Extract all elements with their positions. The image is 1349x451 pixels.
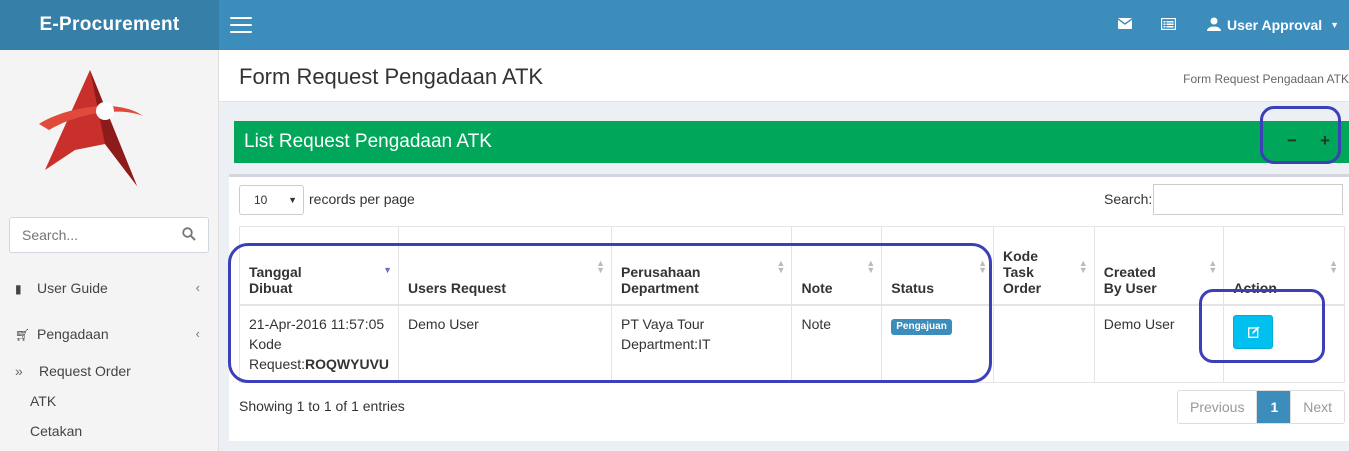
table-search-label: Search: bbox=[1104, 191, 1153, 207]
double-angle-right-icon: » bbox=[15, 363, 23, 379]
caret-down-icon: ▼ bbox=[1330, 20, 1339, 30]
annotation-ring-table-row bbox=[228, 243, 992, 383]
sidebar-item-label: User Guide bbox=[37, 280, 108, 296]
chevron-left-icon: ‹ bbox=[195, 326, 200, 341]
box-header: List Request Pengadaan ATK − + bbox=[234, 121, 1349, 163]
sidebar-subitem-label: Cetakan bbox=[30, 423, 83, 439]
content-header: Form Request Pengadaan ATK Form Request … bbox=[219, 50, 1349, 102]
sidebar-subitem-label: ATK bbox=[30, 393, 57, 409]
book-icon: ▮ bbox=[15, 282, 22, 296]
user-icon bbox=[1207, 17, 1221, 31]
pagination: Previous 1 Next bbox=[1177, 390, 1346, 424]
hamburger-menu-icon[interactable] bbox=[230, 17, 252, 33]
pagination-page-1[interactable]: 1 bbox=[1257, 391, 1292, 423]
sidebar-subitem-cetakan[interactable]: Cetakan bbox=[0, 416, 218, 446]
table-search-input[interactable] bbox=[1153, 184, 1343, 215]
sidebar-subitem-request-order[interactable]: » Request Order bbox=[0, 356, 218, 386]
sort-icon: ▲ ▼ bbox=[1078, 257, 1088, 275]
shopping-cart-icon: 🛒︎ bbox=[15, 328, 31, 342]
breadcrumb[interactable]: Form Request Pengadaan ATK bbox=[1183, 72, 1349, 86]
list-alt-icon[interactable] bbox=[1161, 18, 1176, 30]
sidebar: ▮ User Guide ‹ 🛒︎ Pengadaan ‹ » Request Ord… bbox=[0, 50, 219, 451]
sort-icon: ▲ ▼ bbox=[1208, 257, 1218, 275]
sidebar-item-pengadaan[interactable]: 🛒︎ Pengadaan ‹ bbox=[0, 312, 218, 356]
sort-icon: ▲ ▼ bbox=[1329, 257, 1338, 275]
chevron-left-icon: ‹ bbox=[195, 280, 200, 295]
pagination-next[interactable]: Next bbox=[1291, 391, 1345, 423]
brand-logo bbox=[39, 70, 143, 186]
records-per-page-label: records per page bbox=[309, 191, 415, 207]
sidebar-search bbox=[9, 217, 209, 253]
envelope-icon[interactable] bbox=[1118, 18, 1132, 29]
sidebar-item-label: Pengadaan bbox=[37, 326, 109, 342]
sidebar-subitem-atk[interactable]: ATK bbox=[0, 386, 218, 416]
search-icon[interactable] bbox=[182, 227, 196, 241]
caret-down-icon: ▼ bbox=[288, 195, 297, 205]
sidebar-subitem-label: Request Order bbox=[39, 363, 131, 379]
page-title: Form Request Pengadaan ATK bbox=[239, 64, 544, 89]
records-per-page-value: 10 bbox=[254, 193, 268, 207]
cell-task-order bbox=[992, 304, 1095, 383]
box-title: List Request Pengadaan ATK bbox=[244, 131, 492, 152]
pagination-previous[interactable]: Previous bbox=[1178, 391, 1258, 423]
user-name: User Approval bbox=[1227, 17, 1323, 33]
annotation-ring-action bbox=[1199, 289, 1325, 363]
sidebar-search-input[interactable] bbox=[10, 218, 170, 252]
app-logo-title[interactable]: E-Procurement bbox=[0, 0, 219, 50]
user-menu[interactable]: User Approval ▼ bbox=[1207, 0, 1339, 50]
table-info: Showing 1 to 1 of 1 entries bbox=[239, 398, 405, 414]
top-navbar: User Approval ▼ bbox=[219, 0, 1349, 50]
records-per-page-select[interactable]: 10 ▼ bbox=[239, 185, 304, 215]
column-header-kode-task-order[interactable]: Kode Task Order ▲ ▼ bbox=[992, 226, 1095, 306]
sidebar-item-user-guide[interactable]: ▮ User Guide ‹ bbox=[0, 266, 218, 310]
annotation-ring-box-tools bbox=[1260, 106, 1341, 164]
